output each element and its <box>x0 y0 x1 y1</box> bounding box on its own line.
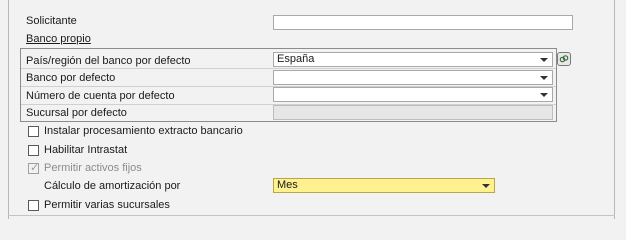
amortizacion-label: Cálculo de amortización por <box>44 180 181 192</box>
extracto-checkbox[interactable] <box>28 126 39 137</box>
numero-cuenta-select[interactable] <box>273 87 553 102</box>
checkmark-icon: ✓ <box>30 162 40 174</box>
bottom-divider <box>8 215 615 216</box>
numero-cuenta-label: Número de cuenta por defecto <box>26 90 175 102</box>
chevron-down-icon[interactable] <box>540 58 548 62</box>
intrastat-label: Habilitar Intrastat <box>44 144 128 156</box>
frame-right-border <box>614 0 615 219</box>
banco-defecto-label: Banco por defecto <box>26 72 116 84</box>
banco-defecto-select[interactable] <box>273 70 553 85</box>
banco-propio-label: Banco propio <box>26 33 91 45</box>
sucursal-field <box>273 105 553 120</box>
varias-sucursales-checkbox[interactable] <box>28 200 39 211</box>
chevron-down-icon[interactable] <box>540 76 548 80</box>
extracto-label: Instalar procesamiento extracto bancario <box>44 125 243 137</box>
chevron-down-icon[interactable] <box>482 184 490 188</box>
amortizacion-select[interactable]: Mes <box>273 178 495 193</box>
pais-region-value: España <box>277 53 315 65</box>
frame-left-border <box>8 0 9 219</box>
chevron-down-icon[interactable] <box>540 93 548 97</box>
sucursal-label: Sucursal por defecto <box>26 107 127 119</box>
activos-fijos-checkbox: ✓ <box>28 162 40 174</box>
amortizacion-value: Mes <box>277 179 298 191</box>
row-divider <box>21 68 556 69</box>
pais-region-label: País/región del banco por defecto <box>26 55 191 67</box>
intrastat-checkbox[interactable] <box>28 145 39 156</box>
activos-fijos-label: Permitir activos fijos <box>44 162 142 174</box>
varias-sucursales-label: Permitir varias sucursales <box>44 199 170 211</box>
solicitante-field[interactable] <box>273 15 573 30</box>
pais-region-select[interactable]: España <box>273 52 553 67</box>
link-icon[interactable] <box>557 52 571 66</box>
solicitante-label: Solicitante <box>26 15 77 27</box>
